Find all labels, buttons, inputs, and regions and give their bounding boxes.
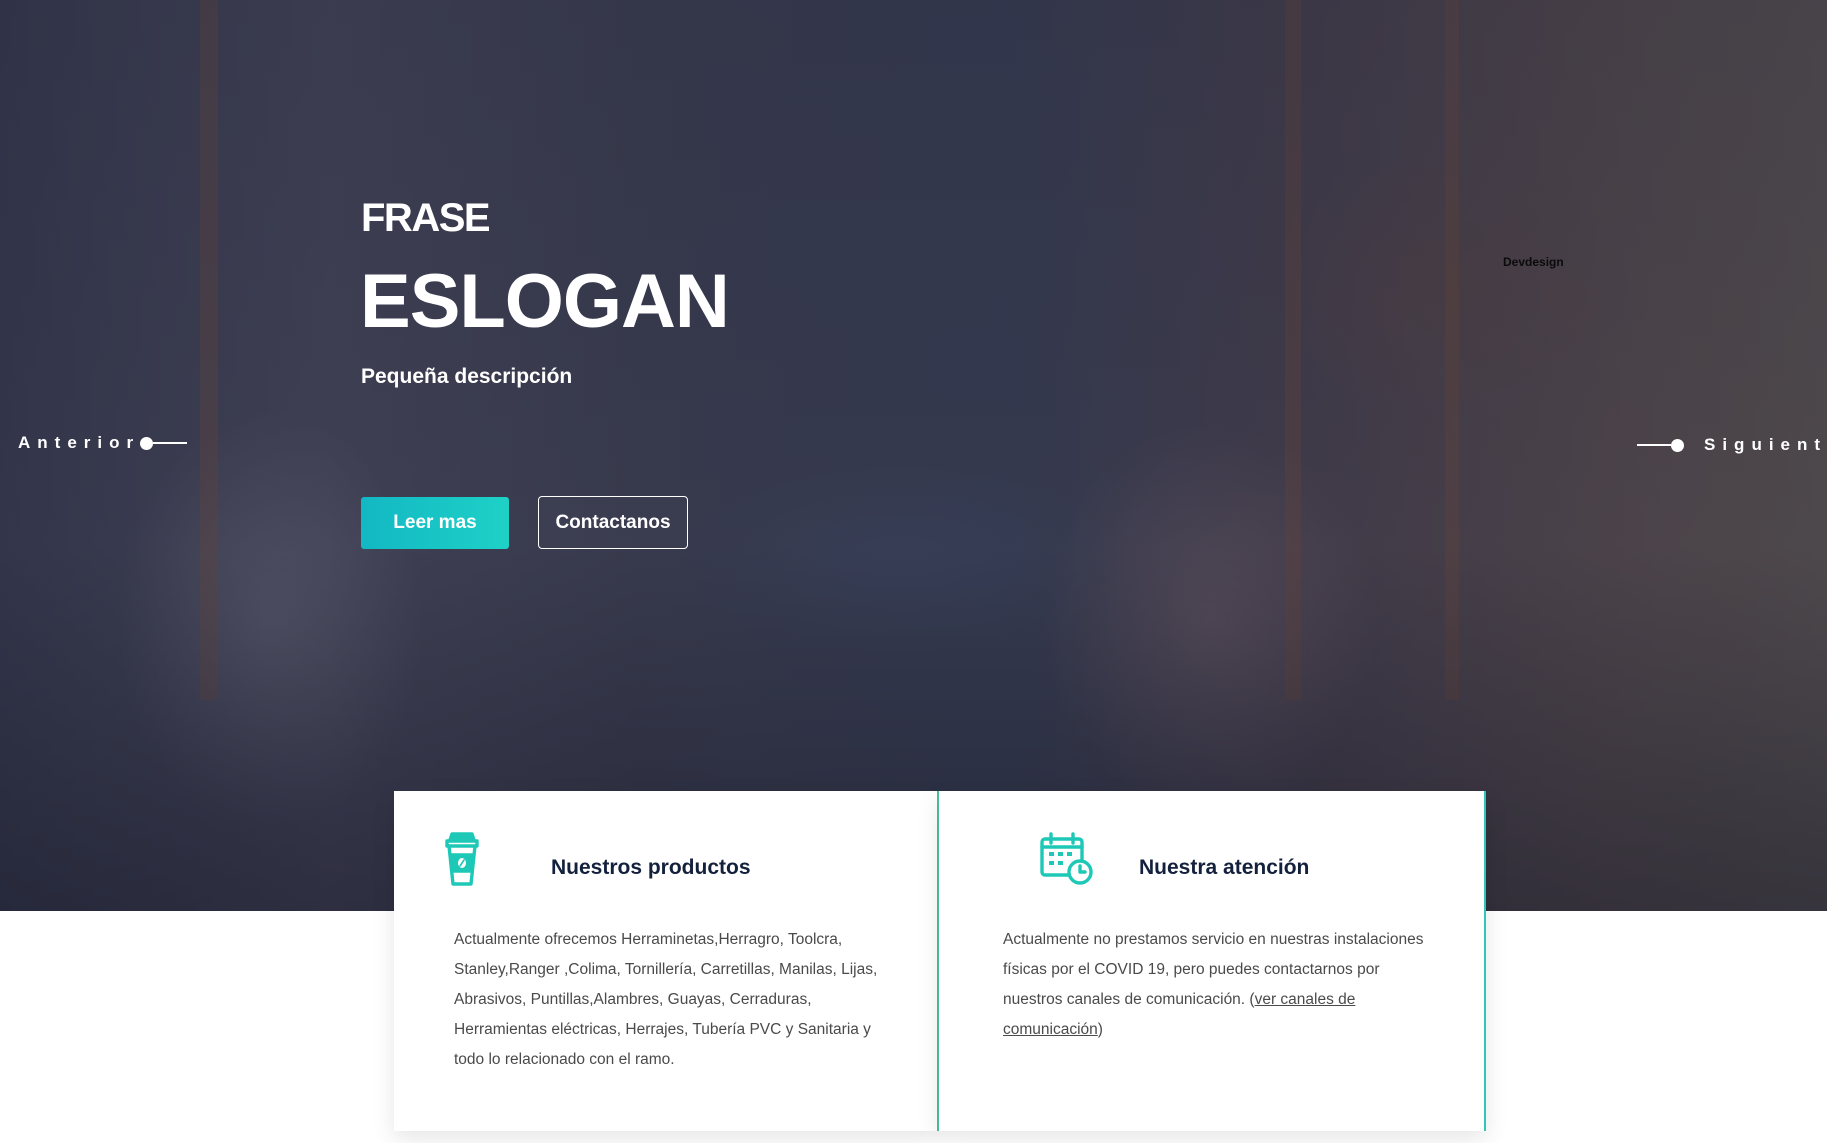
attention-card: Nuestra atención Actualmente no prestamo…: [939, 791, 1486, 1131]
hero-slogan: ESLOGAN: [360, 259, 730, 344]
hero-phrase: FRASE: [361, 196, 491, 240]
hero-description: Pequeña descripción: [361, 365, 573, 388]
products-text: Actualmente ofrecemos Herraminetas,Herra…: [454, 931, 878, 1068]
attention-text-start: Actualmente no prestamos servicio en nue…: [1003, 931, 1424, 1008]
products-card: Nuestros productos Actualmente ofrecemos…: [394, 791, 939, 1131]
coffee-cup-icon: [444, 831, 480, 891]
next-label: Siguient: [1704, 435, 1827, 454]
attention-title: Nuestra atención: [1139, 856, 1310, 879]
attention-text: Actualmente no prestamos servicio en nue…: [1003, 925, 1443, 1045]
previous-label: Anterior: [18, 433, 141, 452]
hero-slider: FRASE ESLOGAN Pequeña descripción Leer m…: [0, 0, 1827, 911]
read-more-button[interactable]: Leer mas: [361, 497, 509, 549]
hero-overlay: [0, 0, 1827, 911]
previous-slide-button[interactable]: Anterior: [18, 432, 188, 454]
attention-text-end: ): [1097, 1021, 1103, 1038]
previous-line-icon: [140, 436, 188, 450]
contact-button[interactable]: Contactanos: [538, 496, 688, 549]
watermark: Devdesign: [1503, 255, 1564, 269]
next-slide-button[interactable]: Siguient: [1637, 434, 1827, 456]
next-line-icon: [1637, 438, 1684, 452]
products-title: Nuestros productos: [551, 856, 751, 879]
calendar-clock-icon: [1039, 831, 1095, 891]
